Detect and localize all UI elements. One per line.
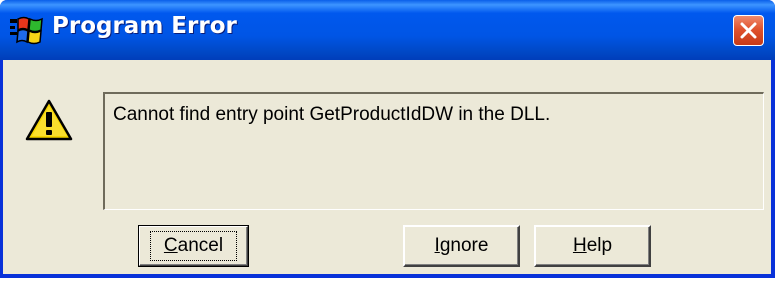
cancel-focus-rect: Cancel	[149, 231, 238, 261]
help-label: elp	[586, 235, 613, 256]
windows-flag-icon	[10, 16, 43, 45]
ignore-button[interactable]: Ignore	[403, 225, 520, 267]
error-message: Cannot find entry point GetProductIdDW i…	[103, 92, 764, 210]
help-mnemonic: H	[572, 235, 587, 256]
title-bar[interactable]: Program Error	[0, 0, 775, 60]
cancel-button[interactable]: Cancel	[138, 225, 249, 267]
cancel-mnemonic: C	[163, 235, 178, 256]
dialog-title: Program Error	[52, 13, 237, 39]
program-error-dialog: Program Error Cannot find entry point Ge…	[0, 0, 775, 278]
help-button[interactable]: Help	[534, 225, 651, 267]
close-button[interactable]	[733, 15, 764, 46]
ignore-label: gnore	[439, 235, 489, 256]
close-icon	[740, 22, 757, 39]
cancel-label: ancel	[177, 235, 224, 256]
warning-icon	[25, 99, 73, 141]
